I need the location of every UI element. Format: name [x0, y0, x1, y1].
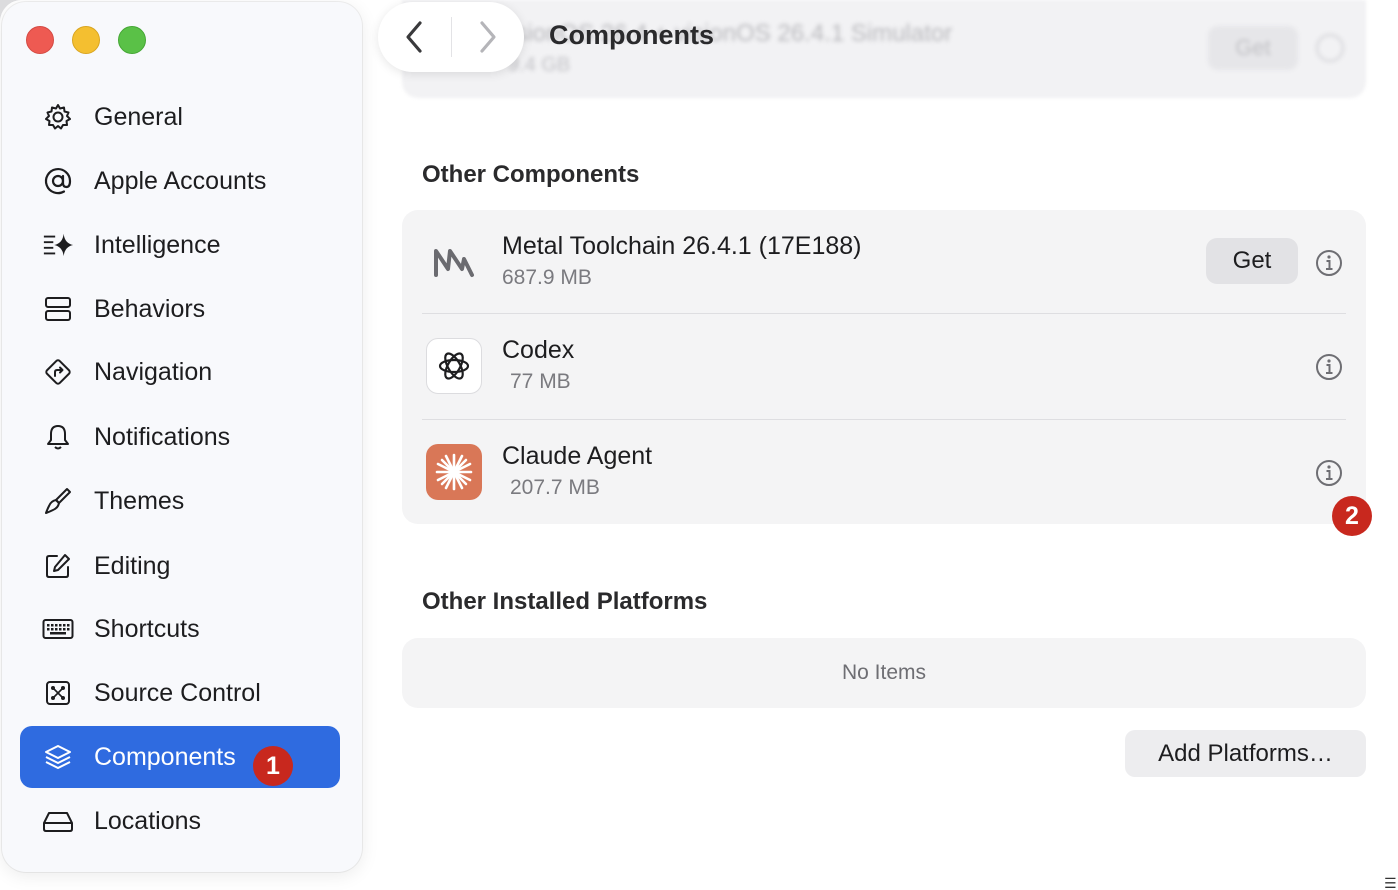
get-metal-button[interactable]: Get: [1206, 238, 1298, 284]
info-icon[interactable]: [1314, 458, 1344, 488]
chevron-left-icon: [406, 21, 422, 53]
platforms-empty-list: No Items: [402, 638, 1366, 708]
sidebar-item-source-control[interactable]: Source Control: [20, 662, 340, 724]
drive-icon: [42, 805, 74, 837]
keyboard-icon: [42, 613, 74, 645]
component-name: Claude Agent: [502, 442, 653, 470]
sidebar-item-locations[interactable]: Locations: [20, 790, 340, 852]
forward-button[interactable]: [452, 2, 525, 72]
sidebar-item-label: Notifications: [94, 422, 231, 451]
sidebar-item-navigation[interactable]: Navigation: [20, 341, 340, 403]
scrolled-info-icon[interactable]: [1316, 34, 1344, 62]
paintbrush-icon: [42, 485, 74, 517]
sparkle-icon: [42, 229, 74, 261]
metal-icon: [426, 234, 482, 290]
behaviors-icon: [42, 293, 74, 325]
sidebar-item-components[interactable]: Components: [20, 726, 340, 788]
other-components-heading: Other Components: [422, 161, 640, 188]
sidebar-item-label: Components: [94, 742, 236, 771]
component-size: 687.9 MB: [502, 266, 592, 289]
sidebar-item-themes[interactable]: Themes: [20, 470, 340, 532]
component-row-claude[interactable]: Claude Agent 207.7 MB: [402, 420, 1366, 524]
sidebar-item-label: Shortcuts: [94, 614, 200, 643]
sidebar-item-behaviors[interactable]: Behaviors: [20, 278, 340, 340]
gear-icon: [42, 101, 74, 133]
sidebar-item-label: Locations: [94, 806, 202, 835]
component-row-metal[interactable]: Metal Toolchain 26.4.1 (17E188) 687.9 MB…: [402, 210, 1366, 314]
settings-window: visionOS 26.4 + visionOS 26.4.1 Simulato…: [0, 0, 1398, 890]
sidebar-item-general[interactable]: General: [20, 86, 340, 148]
source-control-icon: [42, 677, 74, 709]
sidebar-item-label: Behaviors: [94, 294, 206, 323]
other-components-list: Metal Toolchain 26.4.1 (17E188) 687.9 MB…: [402, 210, 1366, 524]
annotation-badge-1: 1: [253, 746, 293, 786]
scrolled-get-button[interactable]: Get: [1208, 26, 1298, 70]
minimize-window-button[interactable]: [72, 26, 100, 54]
sidebar-item-intelligence[interactable]: Intelligence: [20, 214, 340, 276]
info-icon[interactable]: [1314, 248, 1344, 278]
other-platforms-heading: Other Installed Platforms: [422, 588, 708, 615]
at-icon: [42, 165, 74, 197]
claude-icon: [426, 444, 482, 500]
codex-icon: [426, 338, 482, 394]
component-name: Metal Toolchain 26.4.1 (17E188): [502, 232, 862, 260]
sidebar-item-notifications[interactable]: Notifications: [20, 406, 340, 468]
component-row-codex[interactable]: Codex 77 MB: [402, 314, 1366, 420]
annotation-badge-2: 2: [1332, 496, 1372, 536]
resize-grip-icon[interactable]: ☰: [1384, 876, 1398, 890]
sidebar-item-label: Intelligence: [94, 230, 221, 259]
edit-icon: [42, 550, 74, 582]
layers-icon: [42, 741, 74, 773]
component-size: 207.7 MB: [510, 476, 600, 499]
sidebar-item-label: General: [94, 102, 183, 131]
add-platforms-button[interactable]: Add Platforms…: [1125, 730, 1366, 777]
navigation-controls: [378, 2, 524, 72]
sidebar-item-label: Editing: [94, 551, 171, 580]
sidebar-item-apple-accounts[interactable]: Apple Accounts: [20, 150, 340, 212]
close-window-button[interactable]: [26, 26, 54, 54]
sidebar-item-label: Source Control: [94, 678, 261, 707]
chevron-right-icon: [480, 21, 496, 53]
bell-icon: [42, 421, 74, 453]
back-button[interactable]: [378, 2, 451, 72]
sidebar-item-shortcuts[interactable]: Shortcuts: [20, 598, 340, 660]
sidebar-item-label: Navigation: [94, 357, 213, 386]
sidebar-item-editing[interactable]: Editing: [20, 535, 340, 597]
component-size: 77 MB: [510, 370, 571, 393]
zoom-window-button[interactable]: [118, 26, 146, 54]
sidebar-item-label: Themes: [94, 486, 185, 515]
sidebar-item-label: Apple Accounts: [94, 166, 267, 195]
component-name: Codex: [502, 336, 575, 364]
page-title: Components: [549, 20, 714, 50]
info-icon[interactable]: [1314, 352, 1344, 382]
navigation-icon: [42, 356, 74, 388]
